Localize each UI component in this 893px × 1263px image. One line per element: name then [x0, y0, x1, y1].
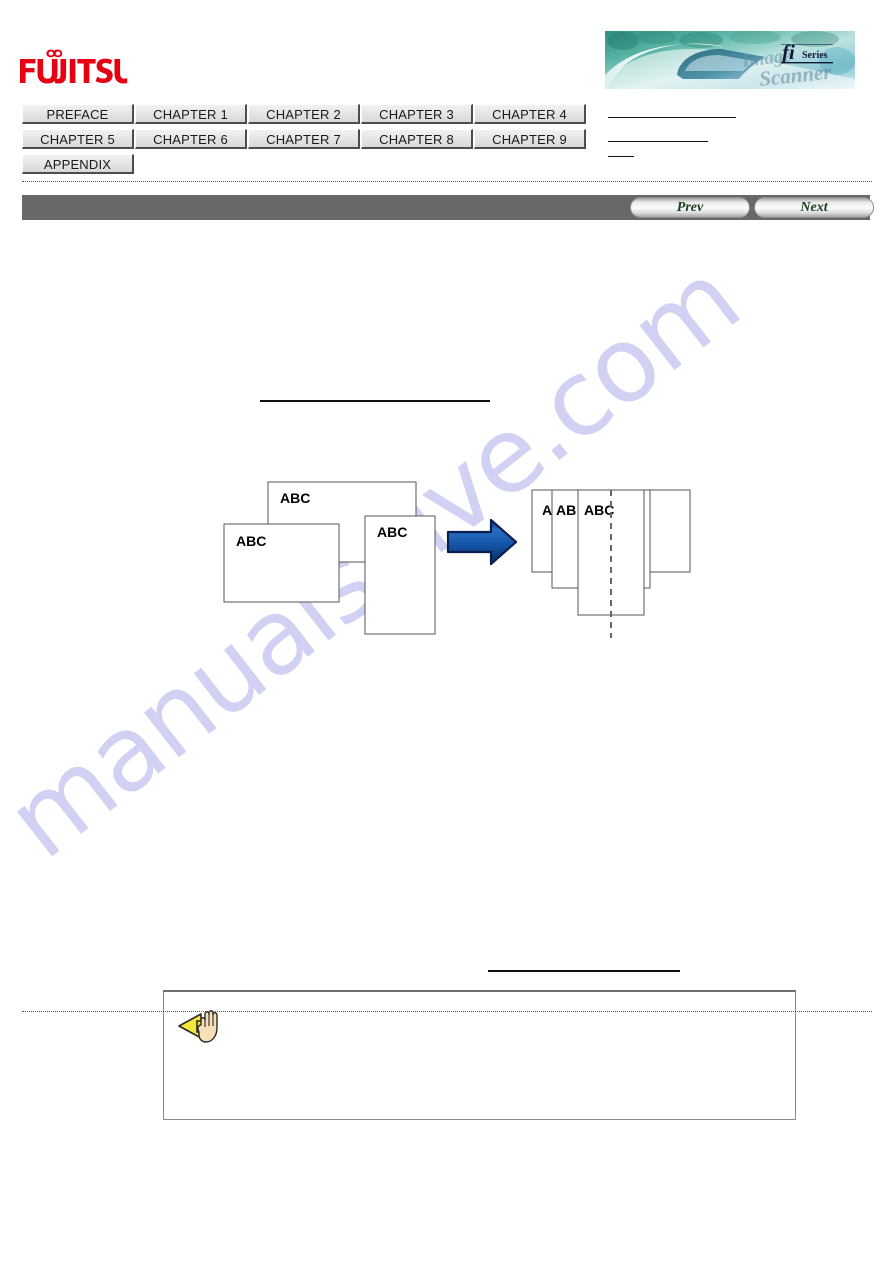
header-divider: [22, 181, 872, 182]
page-header: Image Scanner fi Series PREFACE CHAPTER …: [0, 0, 893, 182]
banner-series-label: Series: [802, 50, 828, 61]
breadcrumb-underline-tertiary[interactable]: [608, 156, 634, 157]
nav-button-preface[interactable]: PREFACE: [22, 104, 134, 124]
chapter-nav-row: CHAPTER 5 CHAPTER 6 CHAPTER 7 CHAPTER 8 …: [22, 129, 622, 151]
svg-text:A: A: [542, 502, 552, 518]
svg-text:ABC: ABC: [236, 533, 266, 549]
breadcrumb-underline-secondary[interactable]: [608, 141, 708, 142]
nav-button-chapter-4[interactable]: CHAPTER 4: [474, 104, 586, 124]
next-button[interactable]: Next: [754, 197, 874, 218]
navigation-toolbar: Prev Next: [22, 195, 874, 220]
nav-button-appendix[interactable]: APPENDIX: [22, 154, 134, 174]
footer-divider: [22, 1011, 872, 1012]
svg-text:ABC: ABC: [377, 524, 407, 540]
nav-button-chapter-9[interactable]: CHAPTER 9: [474, 129, 586, 149]
nav-button-chapter-2[interactable]: CHAPTER 2: [248, 104, 360, 124]
nav-button-chapter-8[interactable]: CHAPTER 8: [361, 129, 473, 149]
document-alignment-diagram: ABC ABC ABC A AB ABC: [200, 470, 720, 670]
fujitsu-logo: [18, 44, 128, 90]
banner-product-name: fi: [782, 40, 795, 64]
svg-text:AB: AB: [556, 502, 576, 518]
section-heading-rule: [260, 400, 490, 402]
diagram-right-group: A AB ABC: [531, 489, 691, 638]
footer-link-rule[interactable]: [488, 970, 680, 972]
chapter-nav-row: APPENDIX: [22, 154, 622, 176]
chapter-navigation: PREFACE CHAPTER 1 CHAPTER 2 CHAPTER 3 CH…: [22, 104, 622, 179]
note-box: [163, 990, 796, 1120]
attention-hand-icon: [177, 1002, 233, 1046]
nav-button-chapter-1[interactable]: CHAPTER 1: [135, 104, 247, 124]
nav-button-chapter-3[interactable]: CHAPTER 3: [361, 104, 473, 124]
chapter-nav-row: PREFACE CHAPTER 1 CHAPTER 2 CHAPTER 3 CH…: [22, 104, 622, 126]
page-root: Image Scanner fi Series PREFACE CHAPTER …: [0, 0, 893, 1263]
nav-button-chapter-7[interactable]: CHAPTER 7: [248, 129, 360, 149]
fi-series-banner: Image Scanner fi Series: [605, 31, 855, 89]
main-content: ABC ABC ABC A AB ABC: [0, 230, 893, 1120]
diagram-arrow: [446, 518, 518, 566]
svg-text:ABC: ABC: [584, 502, 614, 518]
prev-button[interactable]: Prev: [630, 197, 750, 218]
breadcrumb-underline-primary[interactable]: [608, 117, 736, 118]
nav-button-chapter-6[interactable]: CHAPTER 6: [135, 129, 247, 149]
nav-button-chapter-5[interactable]: CHAPTER 5: [22, 129, 134, 149]
diagram-left-group: ABC ABC ABC: [223, 481, 436, 635]
svg-text:ABC: ABC: [280, 490, 310, 506]
